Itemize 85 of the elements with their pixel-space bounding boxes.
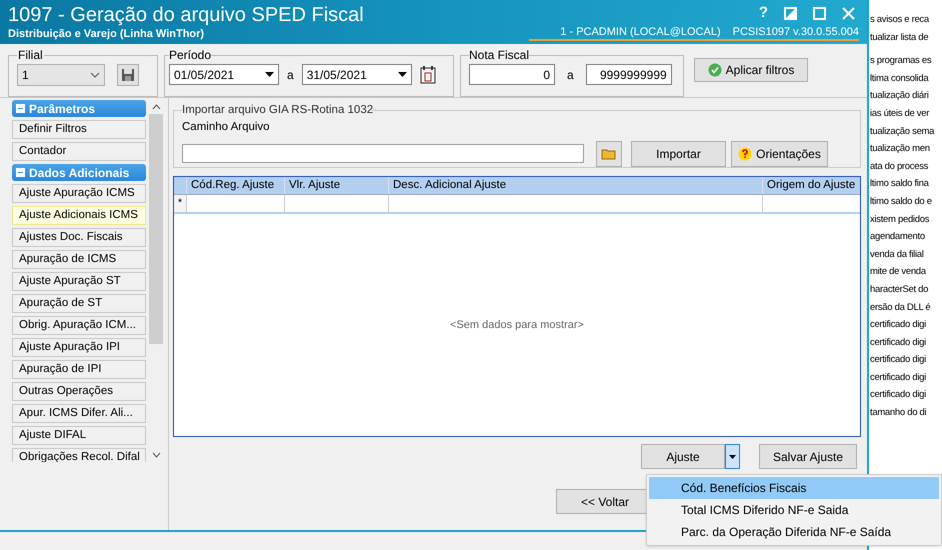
sidebar-item[interactable]: Ajuste DIFAL (12, 426, 146, 445)
column-header[interactable]: Desc. Adicional Ajuste (388, 177, 762, 194)
path-field[interactable] (182, 144, 584, 163)
date-from-field[interactable]: 01/05/2021 (169, 64, 279, 85)
scroll-up-icon[interactable] (152, 104, 160, 110)
collapse-icon (16, 104, 25, 113)
menu-item[interactable]: Cód. Benefícios Fiscais (649, 477, 939, 499)
background-text: ata do process (870, 160, 930, 174)
window-title: 1097 - Geração do arquivo SPED Fiscal (8, 3, 364, 28)
periodo-label: Período (169, 47, 212, 64)
background-text: ersão da DLL é (870, 300, 932, 314)
sidebar-item[interactable]: Apuração de ICMS (12, 250, 146, 269)
dropdown-button[interactable] (725, 444, 740, 469)
background-text: s programas es (870, 54, 932, 68)
restore-icon[interactable] (784, 6, 797, 20)
question-icon (738, 146, 752, 160)
ajuste-button[interactable]: Ajuste (641, 444, 725, 469)
background-text: certificado digi (870, 353, 927, 368)
filial-label: Filial (17, 47, 44, 64)
background-text: certificado digi (870, 388, 927, 402)
column-header[interactable]: Origem do Ajuste (762, 177, 860, 194)
window-subtitle: Distribuição e Varejo (Linha WinThor) (8, 28, 206, 41)
background-text: tualização men (870, 142, 931, 156)
background-text: venda da filial (870, 248, 925, 262)
background-text: mite de venda (870, 265, 927, 280)
sidebar-item[interactable]: Apur. ICMS Difer. Ali... (12, 404, 146, 423)
background-text: certificado digi (870, 336, 927, 350)
background-text: ltimo saldo fina (870, 177, 930, 192)
background-text: ltimo saldo do e (870, 194, 933, 209)
background-text: certificado digi (870, 318, 927, 332)
import-button[interactable]: Importar (631, 140, 726, 166)
save-button[interactable] (117, 64, 139, 86)
background-text: tamanho do di (870, 406, 928, 420)
filial-select[interactable]: 1 (17, 64, 105, 86)
apply-filters-button[interactable]: Aplicar filtros (694, 58, 808, 82)
guidance-button[interactable]: Orientações (731, 140, 828, 166)
maximize-icon[interactable] (813, 6, 826, 20)
sidebar-item[interactable]: Ajuste Apuração ICMS (12, 184, 146, 203)
sidebar-item[interactable]: Outras Operações (12, 382, 146, 401)
sidebar-item[interactable]: Ajuste Apuração IPI (12, 338, 146, 357)
browse-button[interactable] (596, 140, 622, 166)
sidebar-item[interactable]: Definir Filtros (12, 120, 146, 139)
empty-message: <Sem dados para mostrar> (450, 318, 584, 333)
sidebar-item[interactable]: Ajuste Adicionais ICMS (12, 206, 146, 225)
background-text: ltima consolida (870, 72, 930, 86)
user-info: 1 - PCADMIN (LOCAL@LOCAL) (560, 26, 721, 39)
save-adjustment-button[interactable]: Salvar Ajuste (759, 444, 857, 469)
background-text: tualizar lista de (870, 30, 930, 45)
range-separator: a (287, 66, 294, 84)
new-row-marker: * (174, 195, 186, 212)
sidebar-item[interactable]: Ajustes Doc. Fiscais (12, 228, 146, 247)
caret-icon (398, 72, 407, 77)
column-header[interactable]: Vlr. Ajuste (284, 177, 388, 194)
sidebar-item[interactable]: Contador (12, 142, 146, 161)
nota-to-field[interactable]: 9999999999 (586, 64, 672, 85)
column-header[interactable]: Cód.Reg. Ajuste (186, 177, 284, 194)
background-text: s avisos e reca (870, 13, 930, 27)
version-info: PCSIS1097 v.30.0.55.004 (732, 26, 859, 39)
background-text: certificado digi (870, 370, 927, 385)
background-text: agendamento (870, 230, 926, 244)
calendar-icon[interactable] (420, 66, 436, 84)
chevron-down-icon (90, 72, 100, 78)
collapse-icon (16, 168, 25, 177)
background-text: tualização diári (870, 89, 930, 104)
folder-icon (601, 148, 617, 160)
import-title: Importar arquivo GIA RS-Rotina 1032 (182, 103, 374, 118)
background-text: ias úteis de ver (870, 106, 930, 121)
sidebar-item[interactable]: Obrig. Apuração ICM... (12, 316, 146, 335)
background-text: tualização sema (870, 124, 934, 139)
path-label: Caminho Arquivo (182, 120, 271, 136)
caret-icon (729, 454, 736, 458)
close-icon[interactable] (842, 6, 855, 20)
sidebar-item[interactable]: Apuração de IPI (12, 360, 146, 379)
sidebar-item[interactable]: Ajuste Apuração ST (12, 272, 146, 291)
nota-from-field[interactable]: 0 (469, 64, 555, 85)
background-text: haracterSet do (870, 282, 930, 297)
caret-icon (265, 72, 274, 77)
nota-fiscal-label: Nota Fiscal (469, 47, 530, 64)
scroll-down-icon[interactable] (152, 452, 160, 458)
range-separator: a (566, 66, 575, 84)
menu-item[interactable]: Parc. da Operação Diferida NF-e Saída (649, 521, 939, 543)
date-to-field[interactable]: 31/05/2021 (302, 64, 412, 85)
background-text: xistem pedidos (870, 212, 930, 227)
check-icon (708, 63, 722, 77)
sidebar-item[interactable]: Apuração de ST (12, 294, 146, 313)
